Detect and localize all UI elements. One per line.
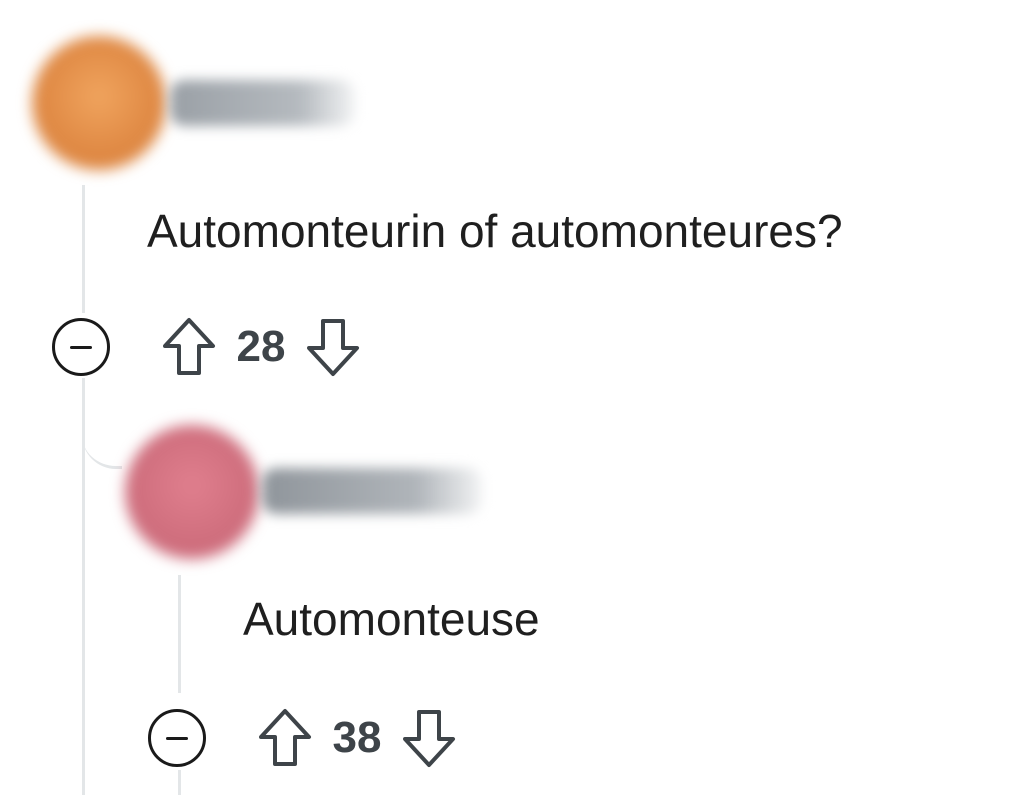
username-redacted[interactable] <box>262 468 482 514</box>
minus-glyph <box>70 345 92 349</box>
comment-actions: 28 <box>52 317 362 377</box>
comment-body: Automonteuse <box>243 593 540 645</box>
comment-body: Automonteurin of automonteures? <box>147 205 843 257</box>
upvote-button[interactable] <box>160 316 218 378</box>
thread-line-reply-upper <box>178 575 181 693</box>
arrow-down-outline-icon <box>307 319 359 376</box>
minus-circle-icon[interactable] <box>52 318 110 376</box>
minus-circle-icon[interactable] <box>148 709 206 767</box>
thread-elbow-connector <box>82 378 122 469</box>
downvote-button[interactable] <box>400 707 458 769</box>
upvote-button[interactable] <box>256 707 314 769</box>
arrow-down-outline-icon <box>403 710 455 767</box>
avatar[interactable] <box>125 425 259 559</box>
arrow-up-outline-icon <box>163 318 215 375</box>
vote-score: 28 <box>236 322 286 371</box>
avatar[interactable] <box>32 36 166 170</box>
username-redacted[interactable] <box>170 80 355 126</box>
thread-line-reply-lower <box>178 770 181 795</box>
arrow-up-outline-icon <box>259 709 311 766</box>
comment-actions: 38 <box>148 708 458 768</box>
vote-score: 38 <box>332 713 382 762</box>
downvote-button[interactable] <box>304 316 362 378</box>
minus-glyph <box>166 736 188 740</box>
thread-line-root-upper <box>82 185 85 313</box>
